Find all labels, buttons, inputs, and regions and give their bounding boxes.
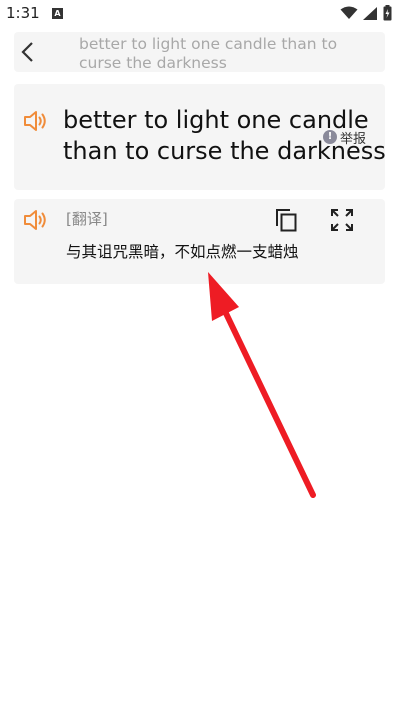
report-label: 举报 [340,131,367,147]
report-button[interactable]: ! 举报 [323,129,367,147]
fullscreen-icon [331,209,353,231]
info-icon: ! [323,130,337,144]
translation-text: 与其诅咒黑暗，不如点燃一支蜡烛 [66,243,299,261]
speaker-icon[interactable] [23,209,49,231]
chevron-left-icon [21,42,33,62]
back-button[interactable] [14,32,54,72]
source-card: better to light one candle than to curse… [14,84,386,190]
header-bar: better to light one candle than to curse… [14,32,385,72]
copy-button[interactable] [272,206,302,234]
status-bar: 1:31 A [0,0,400,28]
speaker-icon[interactable] [23,110,49,132]
status-time: 1:31 [6,4,40,22]
fullscreen-button[interactable] [327,206,357,234]
translation-card: [翻译] 与其诅咒黑暗，不如点燃一支蜡烛 [14,199,385,284]
translation-label: [翻译] [66,210,108,228]
signal-icon [363,7,377,20]
notification-icon: A [52,8,63,19]
copy-icon [276,209,297,232]
wifi-icon [340,6,358,19]
header-title: better to light one candle than to curse… [79,35,338,72]
battery-charging-icon [383,5,392,21]
